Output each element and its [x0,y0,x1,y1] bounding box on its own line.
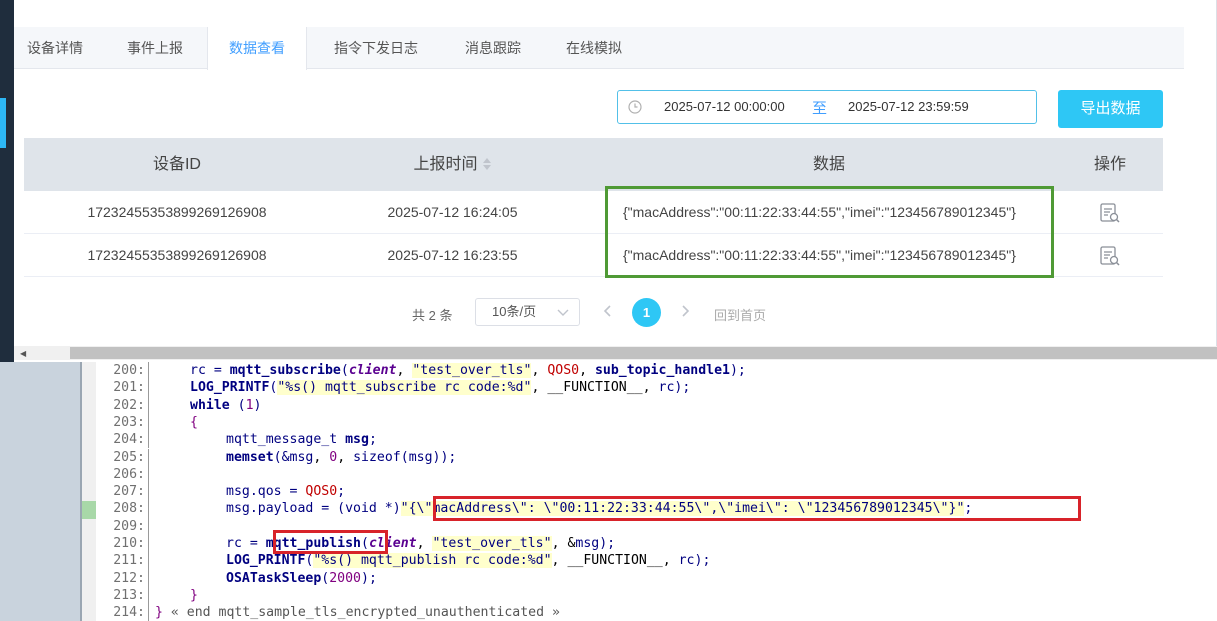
tab-device-details[interactable]: 设备详情 [14,27,96,69]
code-line: 209: [96,517,155,535]
column-report-time[interactable]: 上报时间 [330,138,575,191]
code-line: 201: LOG_PRINTF("%s() mqtt_subscribe rc c… [96,379,690,397]
cell-device-id: 17232455353899269126908 [87,204,267,220]
code-lines[interactable]: 200: rc = mqtt_subscribe(client, "test_ov… [96,362,1217,621]
column-actions: 操作 [1093,156,1126,173]
scrollbar-thumb[interactable] [70,347,1217,359]
tab-event-report[interactable]: 事件上报 [112,27,198,69]
code-line: 204: mqtt_message_t msg; [96,431,377,449]
column-device-id: 设备ID [152,156,201,173]
data-highlight-box [605,186,1054,278]
column-data: 数据 [812,156,845,173]
code-line: 202: while (1) [96,396,262,414]
code-line: 214:} « end mqtt_sample_tls_encrypted_un… [96,604,560,621]
page-number-current[interactable]: 1 [632,298,661,327]
code-line: 211: LOG_PRINTF("%s() mqtt_publish rc cod… [96,552,710,570]
cell-report-time: 2025-07-12 16:24:05 [387,204,518,220]
tab-online-simulation[interactable]: 在线模拟 [551,27,637,69]
clock-icon [628,100,642,114]
cell-device-id: 17232455353899269126908 [87,247,267,263]
export-data-button[interactable]: 导出数据 [1058,90,1163,128]
table-header: 设备ID 上报时间 数据 操作 [24,138,1163,191]
side-nav-active-indicator [0,98,6,148]
tab-bar: 设备详情 事件上报 数据查看 指令下发日志 消息跟踪 在线模拟 [14,27,1184,70]
editor-gutter [82,362,96,621]
pagination: 共 2 条 10条/页 1 回到首页 [0,298,1217,328]
date-range-separator: 至 [812,100,828,117]
editor-side-panel [0,362,80,621]
scroll-left-icon[interactable]: ◀ [20,349,26,358]
first-page-link[interactable]: 回到首页 [714,305,766,324]
publish-call-highlight-box [273,530,388,554]
page-size-select[interactable]: 10条/页 [475,298,580,326]
code-line: 200: rc = mqtt_subscribe(client, "test_ov… [96,362,746,380]
date-range-picker[interactable]: 2025-07-12 00:00:00 至 2025-07-12 23:59:5… [617,90,1037,124]
date-start[interactable]: 2025-07-12 00:00:00 [664,99,785,114]
code-editor: 200: rc = mqtt_subscribe(client, "test_ov… [0,362,1217,621]
horizontal-scrollbar[interactable]: ◀ [14,346,1217,360]
tab-message-trace[interactable]: 消息跟踪 [450,27,536,69]
sort-icon[interactable] [482,157,492,171]
cell-report-time: 2025-07-12 16:23:55 [387,247,518,263]
pagination-total: 共 2 条 [412,308,453,323]
date-end[interactable]: 2025-07-12 23:59:59 [848,99,969,114]
next-page-icon[interactable] [677,302,693,320]
changed-line-marker [82,501,96,519]
payload-highlight-box [433,496,1081,521]
view-detail-icon[interactable] [1099,202,1121,224]
tab-command-log[interactable]: 指令下发日志 [320,27,432,69]
view-detail-icon[interactable] [1099,245,1121,267]
code-line: 207: msg.qos = QOS0; [96,483,345,501]
code-line: 205: memset(&msg, 0, sizeof(msg)); [96,448,456,466]
code-line: 212: OSATaskSleep(2000); [96,569,377,587]
prev-page-icon[interactable] [600,302,616,320]
code-line: 203:{ [96,413,198,432]
code-line: 206: [96,465,155,484]
device-data-panel: 设备详情 事件上报 数据查看 指令下发日志 消息跟踪 在线模拟 2025-07-… [0,0,1217,362]
code-line: 213:} [96,586,198,605]
chevron-down-icon [557,309,569,316]
tab-data-view[interactable]: 数据查看 [207,27,307,70]
